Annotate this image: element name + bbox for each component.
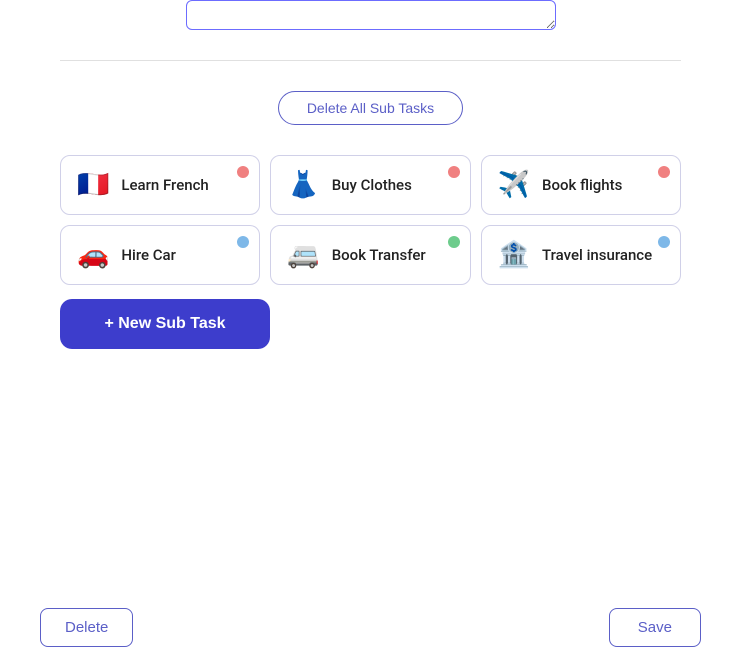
learn-french-status-dot (237, 166, 249, 178)
hire-car-icon: 🚗 (77, 240, 109, 270)
tasks-grid: 🇫🇷 Learn French 👗 Buy Clothes ✈️ Book fl… (0, 155, 741, 285)
task-card-travel-insurance[interactable]: 🏦 Travel insurance (481, 225, 681, 285)
travel-insurance-label: Travel insurance (542, 246, 664, 264)
learn-french-label: Learn French (121, 176, 243, 194)
delete-button[interactable]: Delete (40, 608, 133, 647)
book-transfer-icon: 🚐 (287, 240, 319, 270)
section-divider (60, 60, 681, 61)
bottom-bar: Delete Save (0, 590, 741, 665)
buy-clothes-label: Buy Clothes (332, 176, 454, 194)
travel-insurance-status-dot (658, 236, 670, 248)
task-card-book-flights[interactable]: ✈️ Book flights (481, 155, 681, 215)
book-flights-label: Book flights (542, 176, 664, 194)
travel-insurance-icon: 🏦 (498, 240, 530, 270)
buy-clothes-icon: 👗 (287, 170, 319, 200)
buy-clothes-status-dot (448, 166, 460, 178)
book-flights-icon: ✈️ (498, 170, 530, 200)
delete-all-subtasks-button[interactable]: Delete All Sub Tasks (278, 91, 463, 125)
learn-french-icon: 🇫🇷 (77, 170, 109, 200)
book-transfer-status-dot (448, 236, 460, 248)
book-flights-status-dot (658, 166, 670, 178)
task-card-learn-french[interactable]: 🇫🇷 Learn French (60, 155, 260, 215)
task-card-buy-clothes[interactable]: 👗 Buy Clothes (270, 155, 470, 215)
task-card-hire-car[interactable]: 🚗 Hire Car (60, 225, 260, 285)
book-transfer-label: Book Transfer (332, 246, 454, 264)
save-button[interactable]: Save (609, 608, 701, 647)
hire-car-status-dot (237, 236, 249, 248)
task-description-textarea[interactable] (186, 0, 556, 30)
hire-car-label: Hire Car (121, 246, 243, 264)
task-card-book-transfer[interactable]: 🚐 Book Transfer (270, 225, 470, 285)
new-subtask-button[interactable]: + New Sub Task (60, 299, 270, 349)
